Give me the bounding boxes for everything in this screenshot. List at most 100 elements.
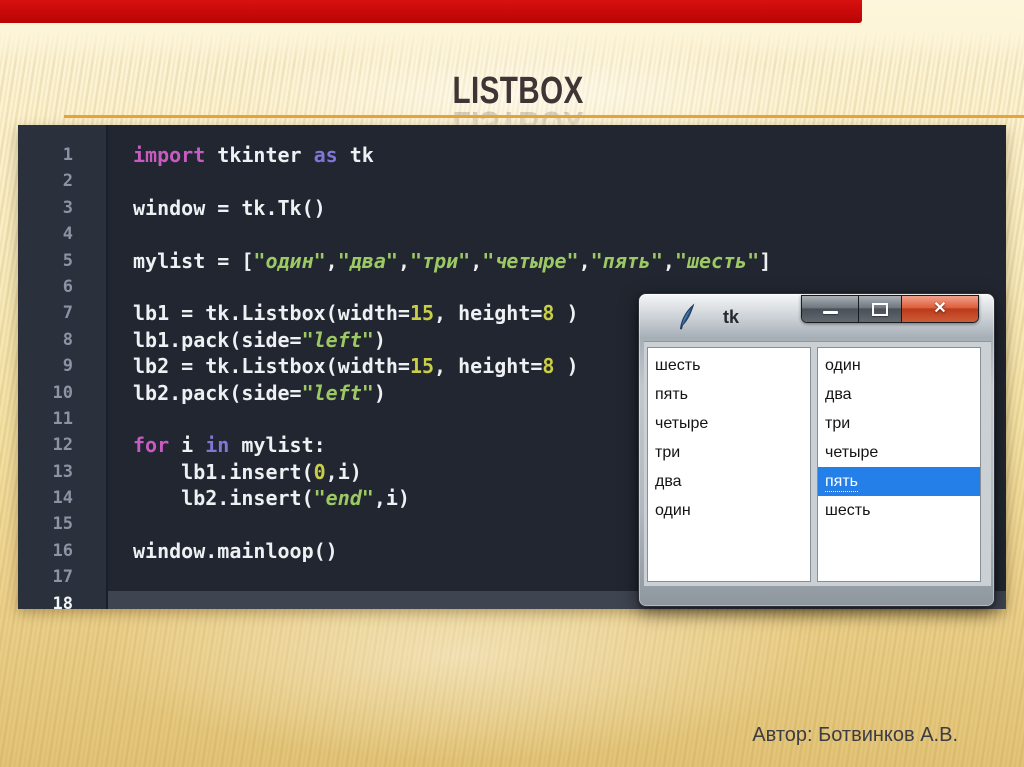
- code-token: lb2.insert(: [133, 486, 314, 511]
- minimize-icon: [822, 310, 838, 314]
- code-token: "left": [301, 380, 374, 405]
- code-token: 0: [313, 459, 326, 484]
- code-token: lb2 = tk.Listbox(width=: [133, 354, 410, 379]
- gutter-line-number: 2: [62, 171, 73, 192]
- gutter-line-number: 4: [62, 224, 73, 245]
- listbox-left[interactable]: шесть пять четыре три два один: [647, 347, 811, 582]
- code-token: ,: [397, 248, 410, 273]
- gutter-line-number: 16: [52, 540, 73, 561]
- gutter-line-number: 7: [62, 303, 73, 324]
- code-line: mylist = ["один","два","три","четыре","п…: [108, 248, 1006, 274]
- listbox-item-label: шесть: [825, 502, 871, 519]
- listbox-item[interactable]: шесть: [818, 496, 980, 525]
- code-token: ,i): [325, 459, 362, 484]
- code-token: "шесть": [674, 248, 760, 273]
- code-token: , height=: [434, 354, 543, 379]
- listbox-item-label: два: [655, 473, 682, 490]
- code-token: , height=: [434, 301, 543, 326]
- listbox-item-label: три: [655, 444, 681, 461]
- gutter-line-number: 14: [52, 488, 73, 509]
- code-token: i: [169, 433, 206, 458]
- code-token: 15: [409, 354, 435, 379]
- listbox-item-label: два: [825, 386, 852, 403]
- code-line: window = tk.Tk(): [108, 195, 1006, 221]
- code-token: 15: [409, 301, 435, 326]
- listbox-item[interactable]: один: [648, 496, 810, 525]
- minimize-button[interactable]: [802, 296, 859, 322]
- listbox-item-label: пять: [825, 473, 858, 492]
- listbox-item-label: шесть: [655, 357, 701, 374]
- code-token: "left": [301, 327, 374, 352]
- page-title-wrap: LISTBOX: [13, 72, 1024, 110]
- code-token: lb2.pack(side=: [133, 380, 302, 405]
- listbox-item[interactable]: один: [818, 351, 980, 380]
- code-token: "один": [253, 248, 326, 273]
- gutter-line-number: 10: [52, 382, 73, 403]
- red-top-bar: [0, 0, 862, 23]
- python-feather-icon: [679, 303, 695, 330]
- close-icon: ✕: [933, 300, 947, 317]
- code-token: window = tk.Tk(): [133, 195, 326, 220]
- code-line: import tkinter as tk: [108, 142, 1006, 168]
- title-underline: [64, 115, 1024, 118]
- listbox-right[interactable]: один два три четыре пять шесть: [817, 347, 981, 582]
- code-token: ): [554, 301, 579, 326]
- code-token: tkinter: [205, 143, 314, 167]
- listbox-item-label: один: [825, 357, 861, 374]
- code-token: "пять": [590, 248, 663, 273]
- code-token: "end": [313, 486, 374, 511]
- code-token: ,: [662, 248, 675, 273]
- maximize-icon: [872, 302, 888, 316]
- listbox-item-selected[interactable]: пять: [818, 467, 980, 496]
- window-controls: ✕: [801, 295, 979, 323]
- code-token: ): [373, 327, 386, 352]
- gutter-line-number: 18: [52, 593, 73, 609]
- listbox-item[interactable]: четыре: [818, 438, 980, 467]
- code-token: ]: [759, 248, 772, 273]
- gutter-line-number: 6: [62, 276, 73, 297]
- code-token: lb1.insert(: [133, 459, 314, 484]
- gutter-line-number: 5: [62, 250, 73, 271]
- gutter-line-number: 15: [52, 514, 73, 535]
- code-token: lb1.pack(side=: [133, 327, 302, 352]
- slide-background: LISTBOX LISTBOX 1 2 3 4 5 6 7 8 9 10 11 12 13 14 15 16 1…: [0, 0, 1024, 767]
- code-token: "четыре": [482, 248, 579, 273]
- close-button[interactable]: ✕: [902, 296, 978, 322]
- gutter-line-number: 9: [62, 356, 73, 377]
- gutter-line-number: 11: [52, 408, 73, 429]
- gutter: 1 2 3 4 5 6 7 8 9 10 11 12 13 14 15 16 17 18: [18, 125, 106, 609]
- gutter-line-number: 12: [52, 435, 73, 456]
- code-token: ,: [470, 248, 483, 273]
- listbox-item[interactable]: два: [648, 467, 810, 496]
- tk-window: tk ✕ шесть пять четыре три два один один два тр…: [638, 293, 995, 607]
- listbox-item-label: четыре: [825, 444, 879, 461]
- maximize-button[interactable]: [859, 296, 902, 322]
- listbox-item[interactable]: шесть: [648, 351, 810, 380]
- code-token: import: [133, 143, 206, 167]
- gutter-line-number: 3: [62, 197, 73, 218]
- gutter-line-number: 13: [52, 461, 73, 482]
- tk-window-titlebar[interactable]: tk ✕: [639, 294, 994, 341]
- tk-window-body: шесть пять четыре три два один один два три четы…: [644, 341, 991, 586]
- listbox-item[interactable]: четыре: [648, 409, 810, 438]
- code-token: 8: [542, 354, 555, 379]
- code-token: mylist = [: [133, 248, 254, 273]
- tk-window-title: tk: [723, 307, 740, 327]
- code-token: in: [205, 433, 230, 458]
- listbox-item[interactable]: три: [648, 438, 810, 467]
- listbox-item-label: пять: [655, 386, 688, 403]
- author-credit: Автор: Ботвинков А.В.: [752, 724, 958, 746]
- code-token: ,i): [373, 486, 410, 511]
- listbox-item[interactable]: два: [818, 380, 980, 409]
- code-token: "два": [337, 248, 398, 273]
- code-token: "три": [409, 248, 471, 273]
- listbox-item[interactable]: три: [818, 409, 980, 438]
- code-token: ,: [578, 248, 591, 273]
- listbox-item[interactable]: пять: [648, 380, 810, 409]
- gutter-line-number: 1: [62, 145, 73, 165]
- code-token: mylist:: [229, 433, 326, 458]
- gutter-line-number: 8: [62, 329, 73, 350]
- code-token: tk: [337, 143, 374, 167]
